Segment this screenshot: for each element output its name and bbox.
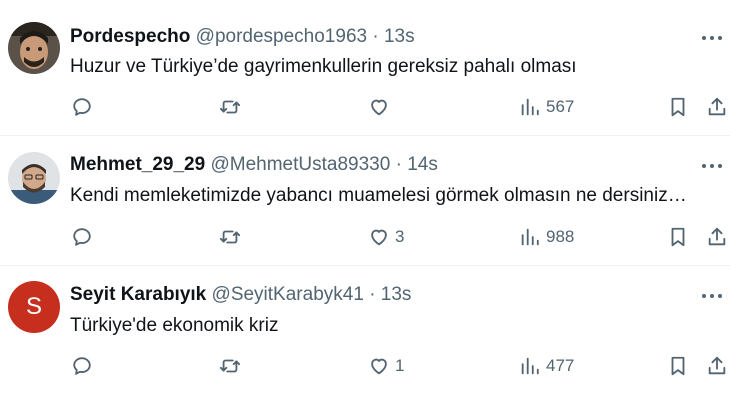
bookmark-button[interactable]: [667, 94, 689, 120]
reply-button[interactable]: [71, 224, 93, 250]
view-count: 567: [546, 97, 575, 116]
separator-dot: ·: [372, 26, 379, 47]
view-count: 988: [546, 227, 575, 246]
share-icon: [708, 97, 726, 116]
tweet-feed: Pordespecho @pordespecho1963 · 13s Huzur…: [0, 0, 730, 420]
tweet-text: Huzur ve Türkiye’de gayrimenkullerin ger…: [70, 56, 577, 77]
avatar[interactable]: [8, 22, 60, 74]
timestamp[interactable]: 14s: [407, 154, 438, 175]
bookmark-icon: [671, 97, 685, 117]
bookmark-button[interactable]: [667, 224, 689, 250]
tweet[interactable]: Pordespecho @pordespecho1963 · 13s Huzur…: [0, 0, 730, 136]
views-icon: [521, 357, 539, 375]
bookmark-icon: [671, 227, 685, 247]
more-icon[interactable]: [702, 28, 722, 48]
retweet-button[interactable]: [219, 224, 241, 250]
like-button[interactable]: 3: [368, 224, 404, 250]
display-name[interactable]: Pordespecho: [70, 26, 190, 47]
share-button[interactable]: [706, 94, 728, 120]
tweet-header: Mehmet_29_29 @MehmetUsta89330 · 14s: [70, 154, 438, 176]
avatar[interactable]: [8, 152, 60, 204]
views-button[interactable]: 988: [519, 224, 574, 250]
views-icon: [521, 228, 539, 246]
reply-icon: [73, 357, 91, 375]
tweet-header: Seyit Karabıyık @SeyitKarabyk41 · 13s: [70, 284, 411, 306]
more-icon[interactable]: [702, 286, 722, 306]
view-count: 477: [546, 356, 575, 375]
like-count: 3: [395, 227, 405, 246]
user-handle[interactable]: @pordespecho1963: [196, 26, 367, 47]
timestamp[interactable]: 13s: [384, 26, 415, 47]
user-handle[interactable]: @MehmetUsta89330: [210, 154, 390, 175]
like-button[interactable]: 1: [368, 353, 404, 379]
tweet-header: Pordespecho @pordespecho1963 · 13s: [70, 26, 415, 48]
retweet-button[interactable]: [219, 353, 241, 379]
tweet-text: Türkiye'de ekonomik kriz: [70, 315, 279, 336]
share-button[interactable]: [706, 353, 728, 379]
views-button[interactable]: 477: [519, 353, 574, 379]
avatar-initial: S: [25, 293, 42, 320]
separator-dot: ·: [369, 284, 376, 305]
reply-icon: [73, 98, 91, 116]
timestamp[interactable]: 13s: [381, 284, 412, 305]
bookmark-icon: [671, 356, 685, 376]
retweet-button[interactable]: [219, 94, 241, 120]
like-button[interactable]: [368, 94, 395, 120]
views-icon: [521, 98, 539, 116]
tweet[interactable]: Mehmet_29_29 @MehmetUsta89330 · 14s Kend…: [0, 136, 730, 266]
bookmark-button[interactable]: [667, 353, 689, 379]
tweet[interactable]: S Seyit Karabıyık @SeyitKarabyk41 · 13s …: [0, 266, 730, 420]
avatar[interactable]: S: [8, 281, 60, 333]
tweet-actions: 567: [0, 94, 730, 120]
retweet-icon: [219, 100, 241, 114]
display-name[interactable]: Seyit Karabıyık: [70, 284, 206, 305]
like-icon: [371, 99, 387, 116]
reply-button[interactable]: [71, 353, 93, 379]
tweet-actions: 3 988: [0, 224, 730, 250]
tweet-text: Kendi memleketimizde yabancı muamelesi g…: [70, 185, 687, 206]
like-icon: [371, 358, 387, 375]
separator-dot: ·: [395, 154, 402, 175]
reply-icon: [73, 228, 91, 246]
more-icon[interactable]: [702, 156, 722, 176]
share-button[interactable]: [706, 224, 728, 250]
tweet-actions: 1 477: [0, 353, 730, 379]
reply-button[interactable]: [71, 94, 93, 120]
views-button[interactable]: 567: [519, 94, 574, 120]
retweet-icon: [219, 359, 241, 373]
like-count: 1: [395, 356, 405, 375]
retweet-icon: [219, 230, 241, 244]
share-icon: [708, 227, 726, 246]
user-handle[interactable]: @SeyitKarabyk41: [212, 284, 364, 305]
like-icon: [371, 229, 387, 246]
share-icon: [708, 356, 726, 375]
display-name[interactable]: Mehmet_29_29: [70, 154, 205, 175]
